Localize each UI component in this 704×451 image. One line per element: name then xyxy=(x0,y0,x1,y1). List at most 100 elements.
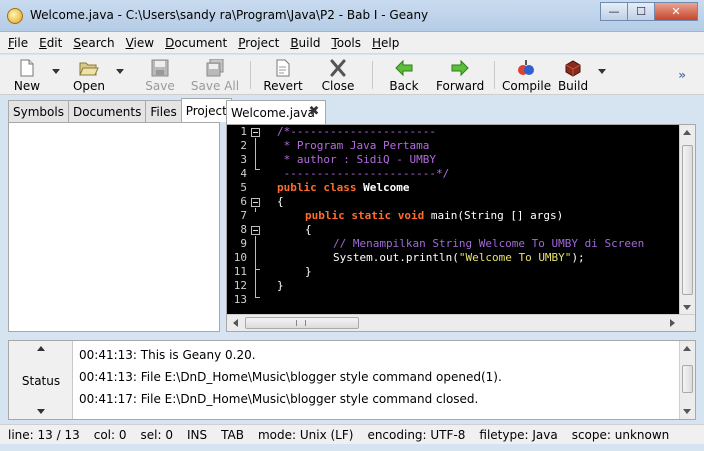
save-button[interactable]: Save xyxy=(140,57,180,93)
close-file-button[interactable]: Close xyxy=(318,57,358,93)
string-token: "Welcome To UMBY" xyxy=(458,251,572,264)
forward-arrow-icon xyxy=(450,59,470,77)
sidebar-panel xyxy=(8,122,220,332)
tab-documents[interactable]: Documents xyxy=(67,100,147,122)
revert-button[interactable]: Revert xyxy=(262,57,304,93)
compile-button[interactable]: Compile xyxy=(502,57,551,93)
fold-end-mark xyxy=(255,169,260,170)
code-line: // Menampilkan String Welcome To UMBY di… xyxy=(333,237,645,250)
code-text: /*---------------------- * Program Java … xyxy=(277,125,644,307)
toolbar: New Open Save Save All Revert Close Back… xyxy=(0,55,704,95)
save-all-icon xyxy=(205,58,225,77)
editor-vertical-scrollbar[interactable] xyxy=(679,125,695,315)
status-bar: line: 13 / 13 col: 0 sel: 0 INS TAB mode… xyxy=(0,424,704,444)
menu-help[interactable]: Help xyxy=(372,36,399,50)
tab-status[interactable]: Status xyxy=(9,374,73,388)
fold-line xyxy=(255,208,256,212)
window-controls: — ☐ ✕ xyxy=(600,2,698,22)
editor-tab-welcome-java[interactable]: Welcome.java ✖ xyxy=(226,100,326,124)
scroll-down-arrow-icon[interactable] xyxy=(683,409,691,414)
status-ins: INS xyxy=(186,427,208,442)
menu-search[interactable]: Search xyxy=(73,36,114,50)
maximize-button[interactable]: ☐ xyxy=(627,2,655,21)
call-token: System.out.println( xyxy=(333,251,459,264)
tab-scroll-up-icon[interactable] xyxy=(37,346,45,351)
revert-icon xyxy=(273,59,293,77)
code-line: } xyxy=(305,265,312,278)
menu-edit[interactable]: Edit xyxy=(39,36,62,50)
sidebar-tabs: Symbols Documents Files Project xyxy=(8,98,232,122)
open-dropdown-arrow[interactable] xyxy=(116,69,124,74)
tab-project[interactable]: Project xyxy=(180,98,232,122)
scroll-right-arrow-icon[interactable] xyxy=(670,319,675,327)
scroll-grip-icon xyxy=(296,320,306,326)
status-mode: mode: Unix (LF) xyxy=(257,427,354,442)
status-line: line: 13 / 13 xyxy=(8,427,80,442)
menu-file[interactable]: File xyxy=(8,36,28,50)
code-editor[interactable]: 1 2 3 4 5 6 7 8 9 10 11 12 13 /*--------… xyxy=(226,124,696,332)
build-button[interactable]: Build xyxy=(556,57,590,93)
tab-symbols[interactable]: Symbols xyxy=(8,100,69,122)
line-number: 12 xyxy=(233,279,247,292)
fold-end-mark xyxy=(255,297,260,298)
line-number: 5 xyxy=(240,181,247,194)
line-number: 7 xyxy=(240,209,247,222)
scroll-thumb[interactable] xyxy=(682,145,693,295)
message-vertical-scrollbar[interactable] xyxy=(679,341,695,419)
tab-files[interactable]: Files xyxy=(145,100,182,122)
menu-build[interactable]: Build xyxy=(290,36,320,50)
line-number: 4 xyxy=(240,167,247,180)
editor-horizontal-scrollbar[interactable] xyxy=(227,314,695,331)
status-filetype: filetype: Java xyxy=(479,427,558,442)
open-button[interactable]: Open xyxy=(70,57,108,93)
log-line: 00:41:13: This is Geany 0.20. xyxy=(79,348,256,362)
fold-toggle-icon[interactable] xyxy=(251,226,260,235)
scroll-down-arrow-icon[interactable] xyxy=(683,305,691,310)
back-button[interactable]: Back xyxy=(386,57,422,93)
menu-bar: File Edit Search View Document Project B… xyxy=(0,32,704,54)
call-end-token: ); xyxy=(571,251,585,264)
close-window-button[interactable]: ✕ xyxy=(654,2,698,21)
tab-scroll-down-icon[interactable] xyxy=(37,409,45,414)
line-number: 6 xyxy=(240,195,247,208)
code-line: * author : SidiQ - UMBY xyxy=(277,153,436,166)
scroll-thumb[interactable] xyxy=(245,317,359,329)
build-dropdown-arrow[interactable] xyxy=(598,69,606,74)
log-line: 00:41:17: File E:\DnD_Home\Music\blogger… xyxy=(79,392,479,406)
save-all-button[interactable]: Save All xyxy=(190,57,240,93)
keyword-token: public static void xyxy=(305,209,431,222)
menu-tools[interactable]: Tools xyxy=(331,36,361,50)
code-line: public static void main(String [] args) xyxy=(305,209,563,223)
close-x-icon xyxy=(328,59,348,77)
menu-document[interactable]: Document xyxy=(165,36,227,50)
status-col: col: 0 xyxy=(93,427,127,442)
forward-button[interactable]: Forward xyxy=(436,57,484,93)
code-line: public class Welcome xyxy=(277,181,409,195)
scroll-up-arrow-icon[interactable] xyxy=(683,346,691,351)
scroll-up-arrow-icon[interactable] xyxy=(683,130,691,135)
new-dropdown-arrow[interactable] xyxy=(52,69,60,74)
line-number: 9 xyxy=(240,237,247,250)
line-number: 3 xyxy=(240,153,247,166)
code-line: -----------------------*/ xyxy=(277,167,450,180)
menu-project[interactable]: Project xyxy=(238,36,279,50)
fold-line xyxy=(255,138,256,169)
build-brick-icon xyxy=(563,59,583,77)
line-number: 8 xyxy=(240,223,247,236)
fold-toggle-icon[interactable] xyxy=(251,198,260,207)
fold-line xyxy=(255,236,256,297)
sidebar: Symbols Documents Files Project xyxy=(8,98,232,332)
code-line: } xyxy=(277,279,284,292)
menu-view[interactable]: View xyxy=(126,36,154,50)
toolbar-overflow-button[interactable]: » xyxy=(678,68,686,82)
close-tab-icon[interactable]: ✖ xyxy=(307,105,321,119)
line-number-gutter: 1 2 3 4 5 6 7 8 9 10 11 12 13 xyxy=(227,125,273,315)
new-button[interactable]: New xyxy=(8,57,46,93)
code-line: { xyxy=(277,195,284,208)
title-bar: Welcome.java - C:\Users\sandy ra\Program… xyxy=(0,0,704,32)
scroll-left-arrow-icon[interactable] xyxy=(233,319,238,327)
minimize-button[interactable]: — xyxy=(600,2,628,21)
scroll-thumb[interactable] xyxy=(682,365,693,393)
line-number: 2 xyxy=(240,139,247,152)
fold-toggle-icon[interactable] xyxy=(251,128,260,137)
